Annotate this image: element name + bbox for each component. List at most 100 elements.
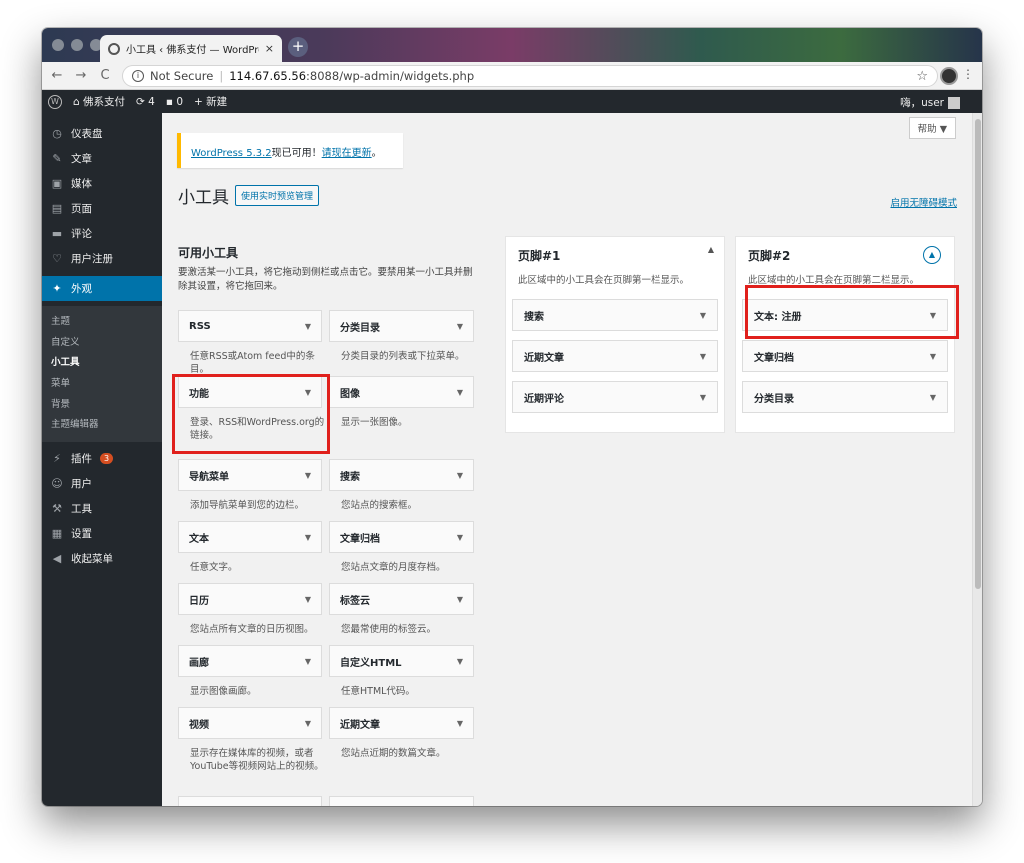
browser-tab[interactable]: 小工具 ‹ 佛系支付 — WordPress × xyxy=(100,35,282,62)
available-widget[interactable]: RSS ▼ xyxy=(178,310,322,342)
help-tab-button[interactable]: 帮助 ▼ xyxy=(908,117,956,139)
available-widget[interactable]: 分类目录 ▼ xyxy=(329,310,474,342)
footer2-widget[interactable]: 文章归档 ▼ xyxy=(742,340,948,372)
address-field[interactable]: i Not Secure | 114.67.65.56:8088/wp-admi… xyxy=(122,65,938,87)
submenu-item[interactable]: 背景 xyxy=(42,395,162,416)
tab-close-icon[interactable]: × xyxy=(265,42,274,55)
sidebar-item-2[interactable]: ▣ 媒体 xyxy=(42,171,162,196)
widget-title: 标签云 xyxy=(340,595,370,607)
minimize-window-button[interactable] xyxy=(71,39,83,51)
sidebar-item-6[interactable]: ✦ 外观 xyxy=(42,276,162,301)
sidebar-item-label: 文章 xyxy=(71,153,92,165)
chevron-down-icon[interactable]: ▼ xyxy=(305,657,311,666)
sidebar-item-5[interactable]: ♡ 用户注册 xyxy=(42,246,162,271)
sidebar-item-0[interactable]: ⚡ 插件 3 xyxy=(42,446,162,471)
chevron-down-icon[interactable]: ▼ xyxy=(700,352,706,361)
available-widget[interactable]: 文本 ▼ xyxy=(178,521,322,553)
tab-title: 小工具 ‹ 佛系支付 — WordPress xyxy=(126,45,259,56)
info-icon[interactable]: i xyxy=(132,70,144,82)
chevron-down-icon[interactable]: ▼ xyxy=(305,719,311,728)
chevron-down-icon[interactable]: ▼ xyxy=(457,533,463,542)
chevron-down-icon[interactable]: ▼ xyxy=(457,595,463,604)
footer-1-sidebar: 页脚#1 ▲ 此区域中的小工具会在页脚第一栏显示。 搜索 ▼ 近期文章 ▼ 近期评论 ▼ xyxy=(505,236,725,433)
site-link[interactable]: ⌂ 佛系支付 xyxy=(73,94,125,109)
forward-arrow-icon[interactable]: → xyxy=(72,68,90,83)
chevron-down-icon[interactable]: ▼ xyxy=(305,533,311,542)
available-widget[interactable]: 文章归档 ▼ xyxy=(329,521,474,553)
chevron-down-icon[interactable]: ▼ xyxy=(457,322,463,331)
sidebar-item-1[interactable]: ✎ 文章 xyxy=(42,146,162,171)
chevron-down-icon[interactable]: ▼ xyxy=(930,352,936,361)
available-widget[interactable]: 画廊 ▼ xyxy=(178,645,322,677)
footer-1-toggle-icon[interactable]: ▲ xyxy=(708,245,714,254)
available-widget[interactable]: 搜索 ▼ xyxy=(329,459,474,491)
reload-icon[interactable]: C xyxy=(96,68,114,83)
appearance-submenu: 主题 自定义 小工具 菜单 背景 主题编辑器 xyxy=(42,306,162,443)
footer2-widget[interactable]: 分类目录 ▼ xyxy=(742,381,948,413)
available-widget[interactable]: 近期评论▼ xyxy=(178,796,322,806)
live-preview-button[interactable]: 使用实时预览管理 xyxy=(235,185,320,206)
chevron-down-icon[interactable]: ▼ xyxy=(700,393,706,402)
chevron-down-icon[interactable]: ▼ xyxy=(305,471,311,480)
submenu-item[interactable]: 小工具 xyxy=(42,353,162,374)
profile-avatar[interactable] xyxy=(940,67,958,85)
available-widget[interactable]: 近期文章 ▼ xyxy=(329,707,474,739)
wordpress-version-link[interactable]: WordPress 5.3.2 xyxy=(191,148,272,159)
sidebar-item-3[interactable]: ▦ 设置 xyxy=(42,521,162,546)
sidebar-item-2[interactable]: ⚒ 工具 xyxy=(42,496,162,521)
available-widget[interactable]: 标签云 ▼ xyxy=(329,583,474,615)
chevron-down-icon[interactable]: ▼ xyxy=(305,595,311,604)
scrollbar-thumb[interactable] xyxy=(975,119,981,589)
new-content-link[interactable]: + 新建 xyxy=(194,94,227,109)
menu-icon: ▣ xyxy=(51,177,63,190)
submenu-item[interactable]: 主题 xyxy=(42,312,162,333)
page-title-row: 小工具 使用实时预览管理 xyxy=(178,183,320,208)
footer1-widget[interactable]: 近期文章 ▼ xyxy=(512,340,718,372)
chevron-down-icon[interactable]: ▼ xyxy=(700,311,706,320)
comments-link[interactable]: ▪ 0 xyxy=(166,96,183,108)
available-widget[interactable]: 视频 ▼ xyxy=(178,707,322,739)
browser-menu-icon[interactable]: ⋮ xyxy=(962,67,974,81)
wp-admin-bar: W ⌂ 佛系支付 ⟳ 4 ▪ 0 + 新建 嗨，user xyxy=(42,90,982,113)
url-bar: ← → C i Not Secure | 114.67.65.56:8088/w… xyxy=(42,62,982,90)
available-widget[interactable]: 导航菜单 ▼ xyxy=(178,459,322,491)
new-tab-button[interactable]: + xyxy=(288,37,308,57)
sidebar-item-4[interactable]: ▬ 评论 xyxy=(42,221,162,246)
submenu-item[interactable]: 主题编辑器 xyxy=(42,415,162,436)
available-widget[interactable]: 音频▼ xyxy=(329,796,474,806)
home-icon: ⌂ xyxy=(73,96,80,108)
sidebar-item-label: 工具 xyxy=(71,503,92,516)
updates-link[interactable]: ⟳ 4 xyxy=(136,96,155,108)
menu-icon: ☺ xyxy=(51,477,63,491)
page-scrollbar[interactable] xyxy=(972,113,982,806)
footer-2-title: 页脚#2 xyxy=(748,249,791,263)
submenu-item[interactable]: 自定义 xyxy=(42,333,162,354)
wordpress-logo-icon[interactable]: W xyxy=(48,94,62,109)
accessibility-mode-link[interactable]: 启用无障碍模式 xyxy=(890,195,957,209)
update-now-link[interactable]: 请现在更新 xyxy=(322,148,372,159)
available-widgets-description: 要激活某一小工具，将它拖动到侧栏或点击它。要禁用某一小工具并删除其设置，将它拖回… xyxy=(178,267,473,292)
sidebar-item-4[interactable]: ◀ 收起菜单 xyxy=(42,546,162,571)
available-widget[interactable]: 图像 ▼ xyxy=(329,376,474,408)
widget-title: 分类目录 xyxy=(754,393,794,405)
chevron-down-icon[interactable]: ▼ xyxy=(930,393,936,402)
footer1-widget[interactable]: 近期评论 ▼ xyxy=(512,381,718,413)
available-widget[interactable]: 自定义HTML ▼ xyxy=(329,645,474,677)
chevron-down-icon[interactable]: ▼ xyxy=(457,388,463,397)
sidebar-item-0[interactable]: ◷ 仪表盘 xyxy=(42,121,162,146)
back-arrow-icon[interactable]: ← xyxy=(48,68,66,83)
account-menu[interactable]: 嗨，user xyxy=(900,95,960,110)
available-widget[interactable]: 日历 ▼ xyxy=(178,583,322,615)
chevron-down-icon[interactable]: ▼ xyxy=(305,322,311,331)
chevron-down-icon[interactable]: ▼ xyxy=(457,657,463,666)
close-window-button[interactable] xyxy=(52,39,64,51)
bookmark-star-icon[interactable]: ☆ xyxy=(916,69,928,84)
sidebar-item-label: 仪表盘 xyxy=(71,128,103,140)
sidebar-item-1[interactable]: ☺ 用户 xyxy=(42,471,162,496)
chevron-down-icon[interactable]: ▼ xyxy=(457,471,463,480)
footer-2-toggle-icon[interactable]: ▲ xyxy=(923,246,941,264)
chevron-down-icon[interactable]: ▼ xyxy=(457,719,463,728)
sidebar-item-3[interactable]: ▤ 页面 xyxy=(42,196,162,221)
submenu-item[interactable]: 菜单 xyxy=(42,374,162,395)
footer1-widget[interactable]: 搜索 ▼ xyxy=(512,299,718,331)
